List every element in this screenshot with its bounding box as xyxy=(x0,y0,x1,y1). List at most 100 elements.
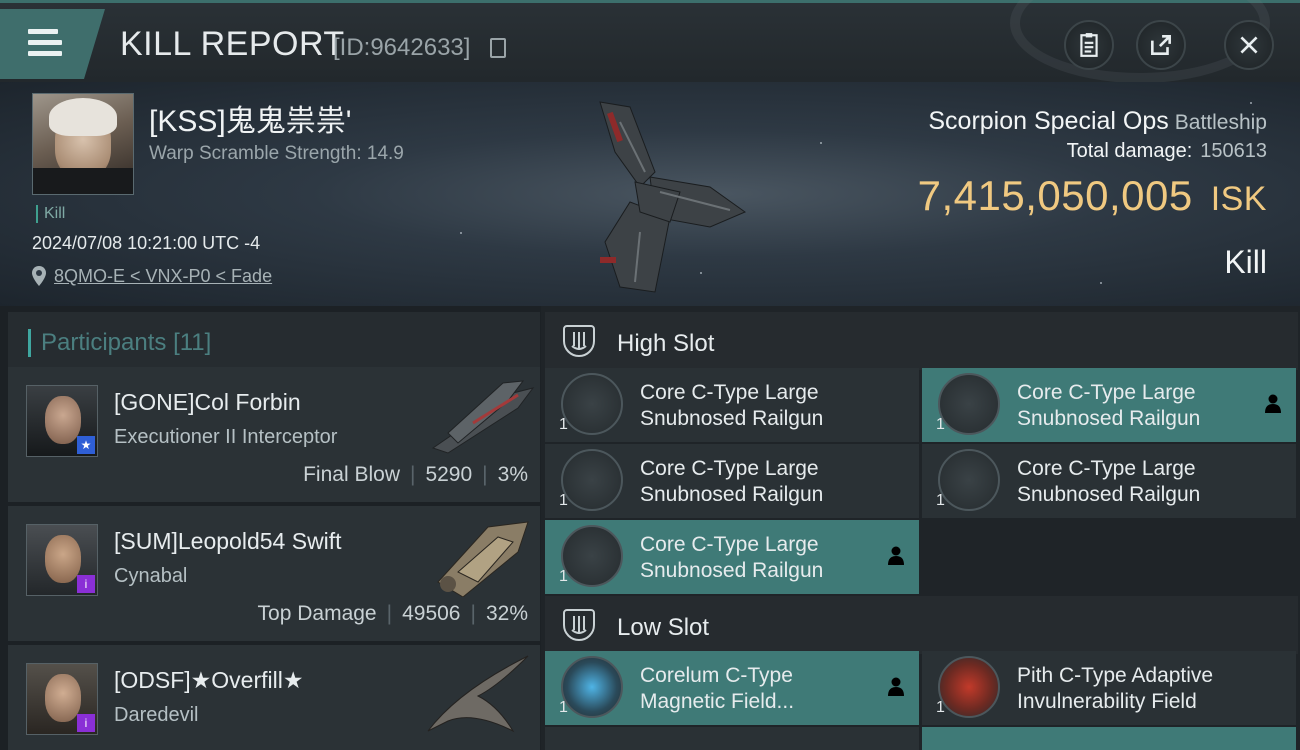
participant-ship-image xyxy=(427,655,529,733)
location-pin-icon xyxy=(32,266,46,286)
participant-ship-image xyxy=(431,380,535,454)
stat-label: Top Damage xyxy=(257,602,377,625)
dropped-person-icon xyxy=(888,546,904,565)
module-name: Core C-Type Large Snubnosed Railgun xyxy=(1017,381,1201,430)
module-quantity: 1 xyxy=(559,492,568,509)
participants-label-text: Participants xyxy=(41,329,167,356)
page-title: KILL REPORT xyxy=(120,25,345,63)
magnetic-field-icon xyxy=(561,656,623,718)
railgun-icon xyxy=(561,449,623,511)
railgun-icon xyxy=(938,449,1000,511)
module-item[interactable]: 1 Core C-Type Large Snubnosed Railgun xyxy=(545,444,919,518)
participant-avatar[interactable]: ★ xyxy=(26,385,98,457)
damage-percent: 3% xyxy=(497,463,528,486)
railgun-icon xyxy=(561,525,623,587)
participants-header: Participants [11] xyxy=(8,312,540,370)
total-damage-value: 150613 xyxy=(1200,140,1267,162)
participant-ship: Executioner II Interceptor xyxy=(114,426,338,448)
module-name: Core C-Type Large Snubnosed Railgun xyxy=(640,381,824,430)
module-quantity: 1 xyxy=(936,416,945,433)
high-slot-icon xyxy=(563,325,595,357)
module-name: Core C-Type Large Snubnosed Railgun xyxy=(640,533,824,582)
shield-icon xyxy=(938,656,1000,718)
ship-class-text: Battleship xyxy=(1174,111,1267,134)
total-damage: Total damage: 150613 xyxy=(1067,140,1267,163)
module-quantity: 1 xyxy=(936,492,945,509)
module-item[interactable]: 1 Core C-Type Large Snubnosed Railgun xyxy=(545,368,919,442)
module-quantity: 1 xyxy=(559,416,568,433)
participant-row[interactable]: ★ [GONE]Col Forbin Executioner II Interc… xyxy=(8,367,540,502)
participant-name: [ODSF]★Overfill★ xyxy=(114,667,304,693)
destroyed-icon xyxy=(889,396,903,410)
module-item[interactable]: 1 Core C-Type Large Snubnosed Railgun xyxy=(922,368,1296,442)
module-name: Corelum C-Type Magnetic Field... xyxy=(640,664,795,713)
module-item-partial[interactable] xyxy=(545,727,919,750)
participant-name: [SUM]Leopold54 Swift xyxy=(114,528,342,554)
kill-location-link[interactable]: 8QMO-E < VNX-P0 < Fade xyxy=(54,266,272,287)
victim-ship-image xyxy=(599,101,747,293)
high-slot-label: High Slot xyxy=(617,330,715,357)
module-name: Pith C-Type Adaptive Invulnerability Fiel… xyxy=(1017,664,1214,713)
copy-icon[interactable] xyxy=(490,38,506,58)
victim-name[interactable]: [KSS]鬼鬼祟祟' xyxy=(149,96,351,140)
module-item[interactable]: 1 Corelum C-Type Magnetic Field... xyxy=(545,651,919,725)
destroyed-icon xyxy=(1266,472,1280,486)
dropped-person-icon xyxy=(1265,394,1281,413)
victim-ship-name: Scorpion Special Ops Battleship xyxy=(928,107,1267,136)
low-slot-header: Low Slot xyxy=(545,596,1298,654)
kill-summary-panel: [KSS]鬼鬼祟祟' Warp Scramble Strength: 14.9 … xyxy=(0,82,1300,306)
warp-scramble-strength: Warp Scramble Strength: 14.9 xyxy=(149,143,404,164)
module-name: Core C-Type Large Snubnosed Railgun xyxy=(640,457,824,506)
participant-stats: Final Blow | 5290 | 3% xyxy=(303,463,528,486)
participant-row[interactable]: i [SUM]Leopold54 Swift Cynabal Top Damag… xyxy=(8,506,540,641)
isk-amount: 7,415,050,005 xyxy=(917,172,1193,219)
railgun-icon xyxy=(938,373,1000,435)
railgun-icon xyxy=(561,373,623,435)
isk-unit: ISK xyxy=(1210,180,1267,218)
star-icon: ★ xyxy=(77,436,95,454)
participant-ship-image xyxy=(437,521,529,597)
module-item[interactable]: 1 Core C-Type Large Snubnosed Railgun xyxy=(922,444,1296,518)
module-item[interactable]: 1 Pith C-Type Adaptive Invulnerability Fi… xyxy=(922,651,1296,725)
high-slot-header: High Slot xyxy=(545,312,1298,370)
clipboard-button[interactable] xyxy=(1064,20,1114,70)
clipboard-icon xyxy=(1080,33,1098,57)
close-button[interactable] xyxy=(1224,20,1274,70)
participant-avatar[interactable]: i xyxy=(26,663,98,735)
module-item[interactable]: 1 Core C-Type Large Snubnosed Railgun xyxy=(545,520,919,594)
participants-label: Participants [11] xyxy=(28,329,211,357)
module-quantity: 1 xyxy=(559,699,568,716)
participant-ship: Daredevil xyxy=(114,704,199,726)
participant-avatar[interactable]: i xyxy=(26,524,98,596)
participant-ship: Cynabal xyxy=(114,565,188,587)
damage-value: 49506 xyxy=(402,602,461,625)
isk-value: 7,415,050,005 ISK xyxy=(918,172,1267,220)
participant-stats: Top Damage | 49506 | 32% xyxy=(257,602,528,625)
participant-name: [GONE]Col Forbin xyxy=(114,389,301,415)
module-item-partial[interactable] xyxy=(922,727,1296,750)
top-bar: KILL REPORT [ID:9642633] xyxy=(0,0,1300,83)
victim-portrait[interactable] xyxy=(32,93,134,195)
module-quantity: 1 xyxy=(936,699,945,716)
kill-datetime: 2024/07/08 10:21:00 UTC -4 xyxy=(32,233,261,253)
damage-percent: 32% xyxy=(485,602,528,625)
report-id: [ID:9642633] xyxy=(333,34,471,61)
stat-label: Final Blow xyxy=(303,463,400,486)
participants-panel: Participants [11] ★ [GONE]Col Forbin Exe… xyxy=(0,306,541,750)
info-icon: i xyxy=(77,714,95,732)
module-quantity: 1 xyxy=(559,568,568,585)
participant-row[interactable]: i [ODSF]★Overfill★ Daredevil xyxy=(8,645,540,750)
damage-value: 5290 xyxy=(425,463,473,486)
low-slot-label: Low Slot xyxy=(617,614,710,641)
destroyed-icon xyxy=(889,472,903,486)
share-button[interactable] xyxy=(1136,20,1186,70)
participants-count: [11] xyxy=(173,329,212,356)
module-name: Core C-Type Large Snubnosed Railgun xyxy=(1017,457,1201,506)
menu-button[interactable] xyxy=(0,9,105,79)
destroyed-icon xyxy=(1266,679,1280,693)
kill-result-label: Kill xyxy=(1224,244,1267,280)
total-damage-label: Total damage: xyxy=(1066,140,1193,162)
hamburger-icon xyxy=(28,29,62,57)
low-slot-icon xyxy=(563,609,595,641)
fitting-panel: High Slot 1 Core C-Type Large Snubnosed R… xyxy=(541,306,1300,750)
